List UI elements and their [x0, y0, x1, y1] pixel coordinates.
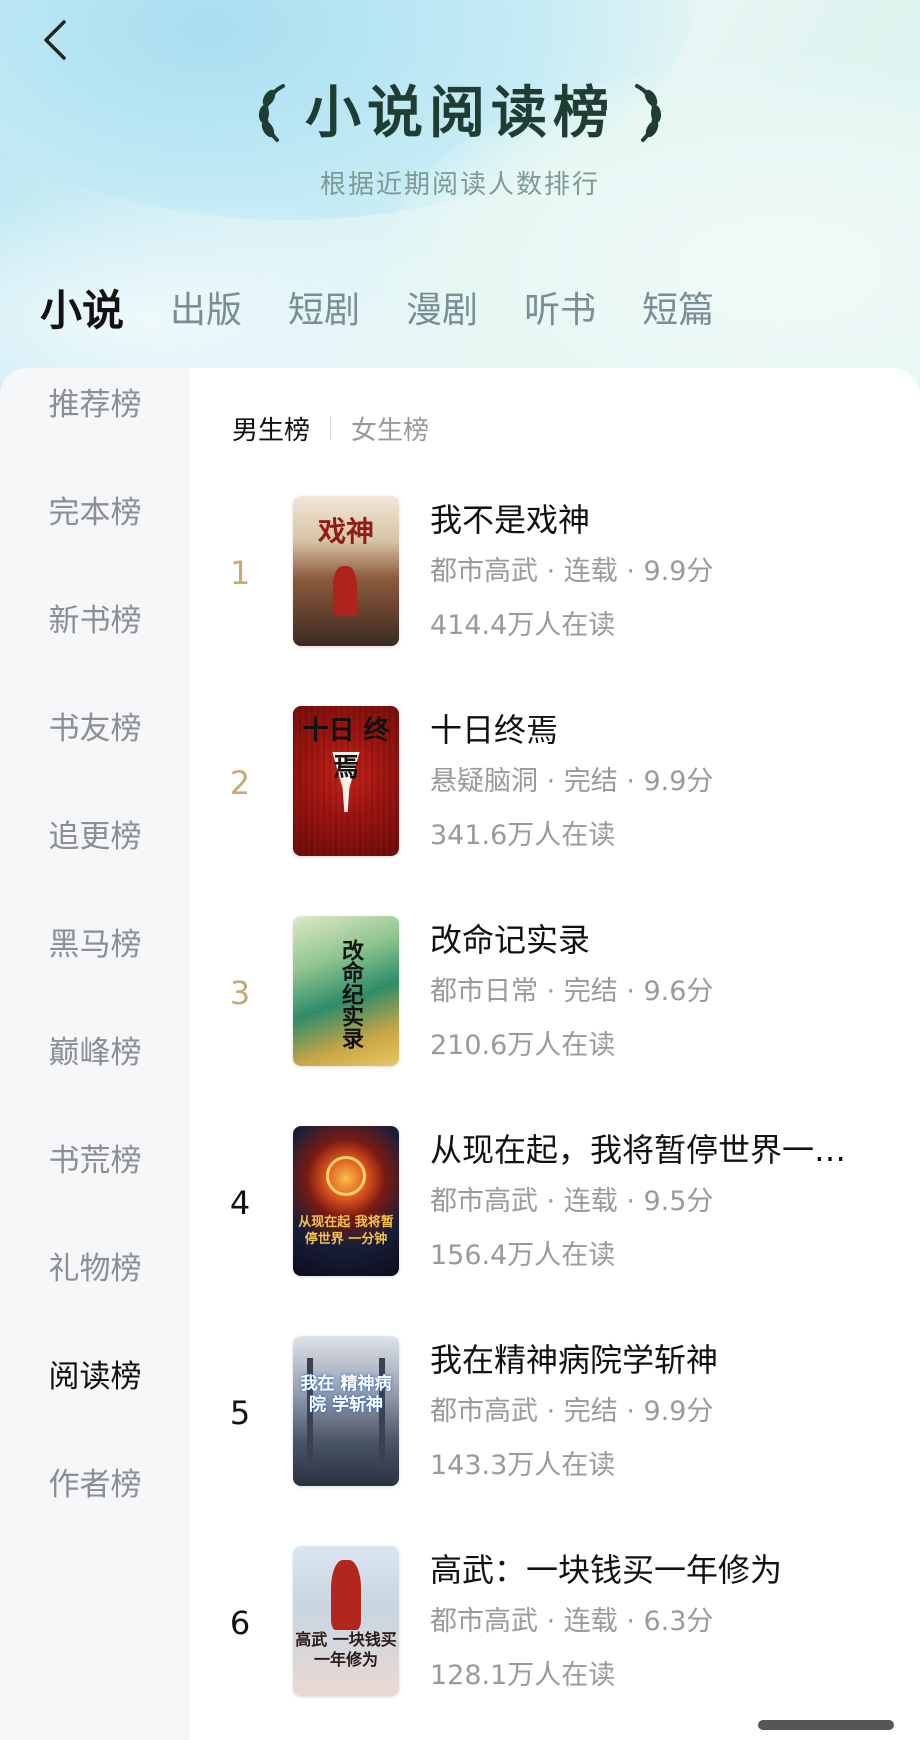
list-item[interactable]: 4 从现在起 我将暂停世界 一分钟 从现在起，我将暂停世界一… 都市高武 · 连…	[190, 1126, 920, 1286]
book-meta: 都市日常 · 完结 · 9.6分	[430, 976, 714, 1007]
book-readers: 414.4万人在读	[430, 610, 616, 641]
sidebar-item-new[interactable]: 新书榜	[0, 596, 190, 646]
rank-number: 5	[229, 1394, 251, 1432]
sidebar-item-completed[interactable]: 完本榜	[0, 488, 190, 538]
tab-novel[interactable]: 小说	[40, 287, 124, 335]
cover-title: 戏神	[317, 515, 374, 548]
cover-title: 高武 一块钱买 一年修为	[295, 1630, 397, 1669]
book-cover[interactable]: 戏神	[293, 496, 399, 646]
category-tabs: 小说 出版 短剧 漫剧 听书 短篇	[40, 275, 760, 335]
book-title[interactable]: 从现在起，我将暂停世界一…	[430, 1128, 870, 1172]
tab-short-drama[interactable]: 短剧	[288, 287, 360, 335]
divider	[330, 417, 332, 439]
tab-short-story[interactable]: 短篇	[642, 287, 714, 335]
book-cover[interactable]: 我在 精神病院 学斩神	[293, 1336, 399, 1486]
sidebar-item-peak[interactable]: 巅峰榜	[0, 1028, 190, 1078]
rank-number: 6	[229, 1604, 251, 1642]
book-title[interactable]: 我在精神病院学斩神	[430, 1338, 870, 1382]
book-cover[interactable]: 从现在起 我将暂停世界 一分钟	[293, 1126, 399, 1276]
ranking-sidebar: 推荐榜 完本榜 新书榜 书友榜 追更榜 黑马榜 巅峰榜 书荒榜 礼物榜 阅读榜 …	[0, 368, 190, 1740]
list-item[interactable]: 6 高武 一块钱买 一年修为 高武：一块钱买一年修为 都市高武 · 连载 · 6…	[190, 1546, 920, 1706]
book-meta: 都市高武 · 连载 · 9.9分	[430, 556, 714, 587]
chevron-left-icon	[44, 20, 66, 60]
page-title-wrap: 小说阅读榜	[0, 82, 920, 144]
book-readers: 210.6万人在读	[430, 1030, 616, 1061]
rank-number: 1	[229, 554, 251, 592]
book-readers: 156.4万人在读	[430, 1240, 616, 1271]
book-cover[interactable]: 改命纪实录	[293, 916, 399, 1066]
book-title[interactable]: 我不是戏神	[430, 498, 870, 542]
gender-tabs: 男生榜 女生榜	[232, 410, 429, 446]
page-title: 小说阅读榜	[305, 80, 615, 146]
cover-title: 从现在起 我将暂停世界 一分钟	[298, 1215, 394, 1247]
page-subtitle: 根据近期阅读人数排行	[319, 170, 600, 200]
laurel-left-icon	[258, 84, 285, 142]
book-meta: 都市高武 · 完结 · 9.9分	[430, 1396, 714, 1427]
book-readers: 143.3万人在读	[430, 1450, 616, 1481]
list-item[interactable]: 5 我在 精神病院 学斩神 我在精神病院学斩神 都市高武 · 完结 · 9.9分…	[190, 1336, 920, 1496]
tab-published[interactable]: 出版	[170, 287, 242, 335]
tab-female[interactable]: 女生榜	[351, 410, 429, 447]
cover-title: 改命纪实录	[338, 939, 364, 1049]
sidebar-item-gifts[interactable]: 礼物榜	[0, 1244, 190, 1294]
tab-male[interactable]: 男生榜	[232, 410, 310, 447]
book-cover[interactable]: 高武 一块钱买 一年修为	[293, 1546, 399, 1696]
tab-comic-drama[interactable]: 漫剧	[406, 287, 478, 335]
list-item[interactable]: 3 改命纪实录 改命记实录 都市日常 · 完结 · 9.6分 210.6万人在读	[190, 916, 920, 1076]
sidebar-item-reading[interactable]: 阅读榜	[0, 1352, 190, 1402]
tab-audiobook[interactable]: 听书	[524, 287, 596, 335]
list-item[interactable]: 2 十日 终焉 十日终焉 悬疑脑洞 · 完结 · 9.9分 341.6万人在读	[190, 706, 920, 866]
content-panel: 推荐榜 完本榜 新书榜 书友榜 追更榜 黑马榜 巅峰榜 书荒榜 礼物榜 阅读榜 …	[0, 368, 920, 1740]
book-meta: 都市高武 · 连载 · 6.3分	[430, 1606, 714, 1637]
book-readers: 128.1万人在读	[430, 1660, 616, 1691]
sidebar-item-friends[interactable]: 书友榜	[0, 704, 190, 754]
sidebar-item-dark-horse[interactable]: 黑马榜	[0, 920, 190, 970]
book-title[interactable]: 高武：一块钱买一年修为	[430, 1548, 870, 1592]
sidebar-item-following[interactable]: 追更榜	[0, 812, 190, 862]
rank-number: 3	[229, 974, 251, 1012]
book-title[interactable]: 改命记实录	[430, 918, 870, 962]
home-indicator[interactable]	[758, 1720, 894, 1730]
rank-number: 2	[229, 764, 251, 802]
page: 小说阅读榜 根据近期阅读人数排行 小说 出版 短剧 漫剧 听书 短篇 推荐榜 完…	[0, 0, 920, 1740]
cover-title: 十日 终焉	[302, 716, 390, 783]
book-meta: 都市高武 · 连载 · 9.5分	[430, 1186, 714, 1217]
book-meta: 悬疑脑洞 · 完结 · 9.9分	[430, 766, 714, 797]
sidebar-item-recommend[interactable]: 推荐榜	[0, 380, 190, 430]
book-cover[interactable]: 十日 终焉	[293, 706, 399, 856]
laurel-right-icon	[635, 84, 662, 142]
rank-number: 4	[229, 1184, 251, 1222]
sidebar-item-book-famine[interactable]: 书荒榜	[0, 1136, 190, 1186]
cover-title: 我在 精神病院 学斩神	[300, 1374, 392, 1415]
book-readers: 341.6万人在读	[430, 820, 616, 851]
back-button[interactable]	[30, 10, 80, 70]
list-item[interactable]: 1 戏神 我不是戏神 都市高武 · 连载 · 9.9分 414.4万人在读	[190, 496, 920, 656]
book-title[interactable]: 十日终焉	[430, 708, 870, 752]
sidebar-item-authors[interactable]: 作者榜	[0, 1460, 190, 1510]
